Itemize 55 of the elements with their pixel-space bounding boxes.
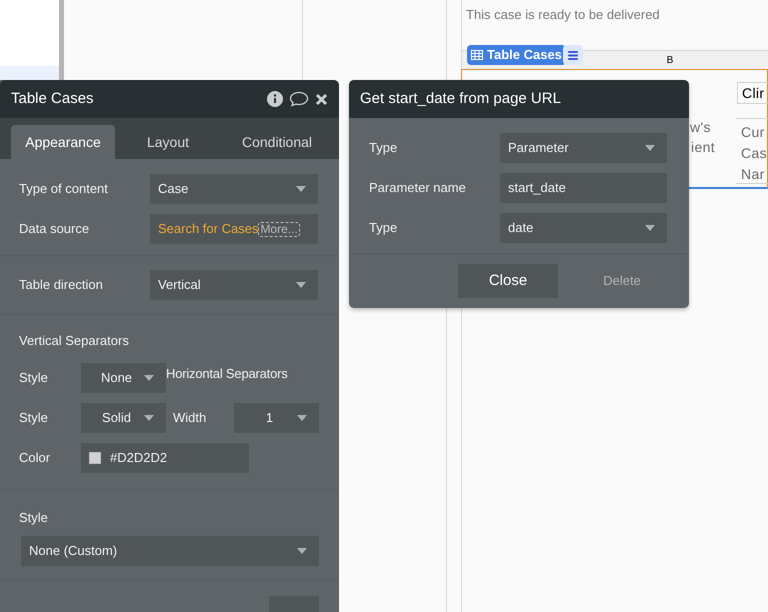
caret-icon — [296, 186, 306, 192]
dropdown[interactable]: Parameter — [500, 133, 667, 163]
field-label: Style — [19, 410, 48, 424]
stack-button[interactable] — [563, 45, 583, 65]
field-label: Parameter name — [369, 180, 466, 195]
field-label: Type — [369, 220, 398, 235]
data-source-field[interactable]: Search for Cases More... — [150, 214, 318, 244]
field-label: Type — [369, 140, 398, 155]
table-cell-text: Nar — [741, 165, 765, 184]
caret-icon — [296, 282, 306, 288]
dropdown[interactable]: None — [81, 362, 166, 392]
field-label: Data source — [19, 221, 90, 236]
field-label: Horizontal Separators — [166, 364, 288, 383]
tab[interactable]: Appearance — [11, 125, 115, 159]
more-link[interactable]: More... — [258, 222, 300, 236]
field-label: Color — [19, 450, 50, 464]
field-label: Table direction — [19, 277, 103, 292]
table-cell-text: Clir — [737, 82, 768, 104]
close-button[interactable]: Close — [458, 264, 558, 298]
dropdown[interactable]: Vertical — [150, 270, 318, 300]
caret-icon — [645, 145, 655, 151]
info-icon[interactable] — [267, 91, 283, 107]
tab[interactable]: Conditional — [221, 125, 333, 159]
stack-icon — [568, 50, 578, 60]
caret-icon — [144, 414, 154, 420]
color-field[interactable]: #D2D2D2 — [81, 442, 249, 472]
scrollbar[interactable] — [59, 0, 64, 80]
caret-icon — [297, 548, 307, 554]
parameter-name-field[interactable]: start_date — [500, 173, 667, 203]
caret-icon — [297, 414, 307, 420]
field-label: Style — [19, 368, 48, 387]
dropdown[interactable]: Case — [150, 174, 318, 204]
case-message: This case is ready to be delivered — [466, 6, 660, 24]
color-swatch[interactable] — [89, 452, 101, 464]
table-cell-text: w's — [690, 118, 711, 137]
comment-icon[interactable] — [289, 91, 309, 107]
caret-icon — [144, 374, 154, 380]
field-label: Width — [173, 410, 206, 424]
dropdown[interactable]: date — [500, 213, 667, 243]
tab[interactable]: Layout — [115, 125, 221, 159]
close-icon[interactable] — [315, 92, 328, 106]
panel-title: Table Cases — [11, 88, 95, 109]
field-label: Style — [19, 508, 49, 527]
table-cell-text: Cas — [741, 144, 767, 163]
table-cell-text: ient — [691, 138, 715, 157]
dropdown[interactable]: None (Custom) — [21, 536, 319, 566]
element-badge[interactable]: Table Cases — [467, 45, 566, 65]
panel-title: Get start_date from page URL — [360, 88, 562, 109]
dropdown[interactable]: 1 — [234, 402, 319, 432]
dropdown[interactable]: Solid — [81, 402, 166, 432]
table-cell-text: Cur — [741, 123, 765, 142]
table-icon — [471, 50, 483, 60]
field-label: Vertical Separators — [19, 332, 130, 350]
caret-icon — [645, 225, 655, 231]
field-label: Type of content — [19, 181, 108, 196]
